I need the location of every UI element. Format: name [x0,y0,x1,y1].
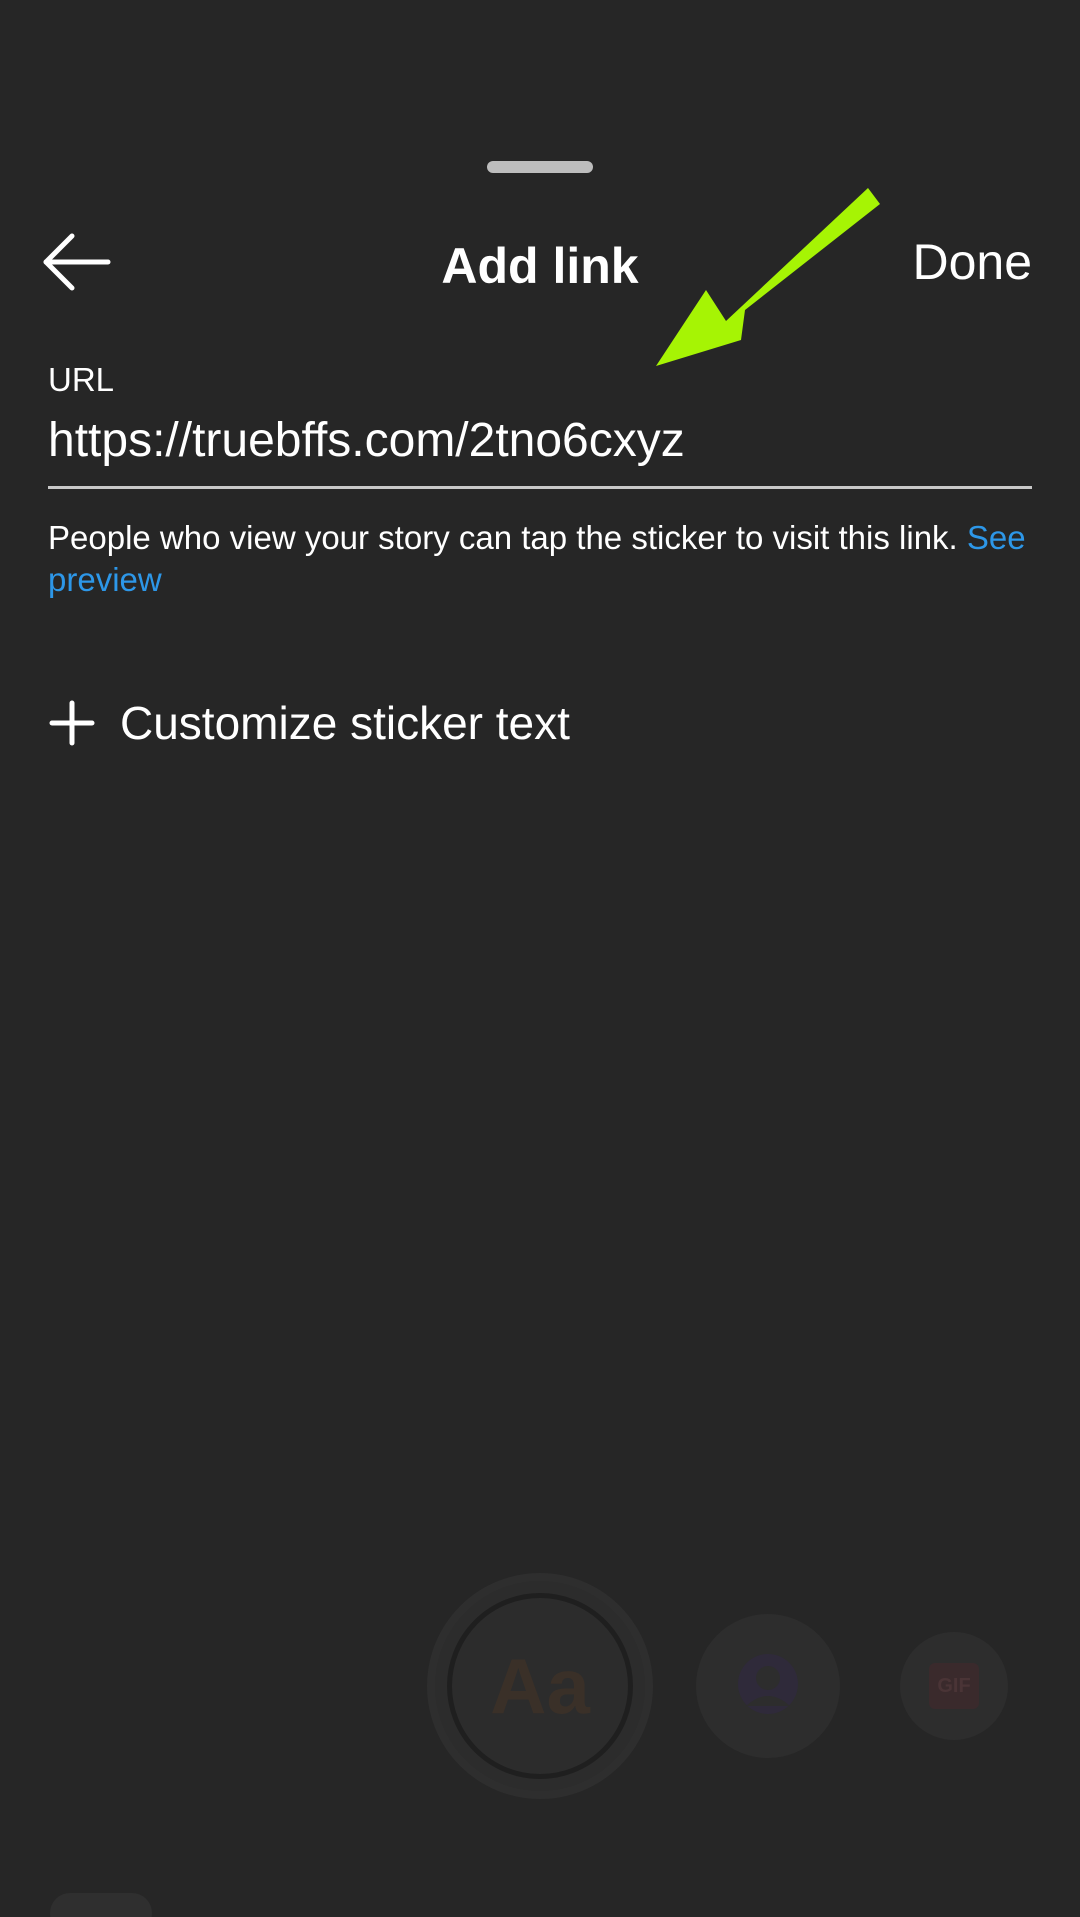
helper-description: People who view your story can tap the s… [48,519,958,556]
avatar-icon [738,1654,798,1714]
background-pill [50,1893,152,1917]
add-link-sheet: Add link Done URL People who view your s… [0,0,1080,1917]
customize-sticker-text-button[interactable]: Customize sticker text [48,690,570,756]
avatar-sticker-button [696,1614,840,1758]
background-story-toolbar: Aa GIF [0,1560,1080,1917]
customize-sticker-text-label: Customize sticker text [120,697,570,749]
gif-icon: GIF [929,1663,979,1709]
helper-text: People who view your story can tap the s… [48,517,1038,601]
url-label: URL [48,361,115,398]
text-tool-label: Aa [447,1593,633,1779]
url-underline [48,486,1032,489]
done-button[interactable]: Done [912,232,1032,292]
plus-icon [49,700,95,746]
url-input[interactable] [48,410,1032,470]
drag-handle[interactable] [487,161,593,173]
text-tool-button: Aa [427,1573,653,1799]
gif-sticker-button: GIF [900,1632,1008,1740]
